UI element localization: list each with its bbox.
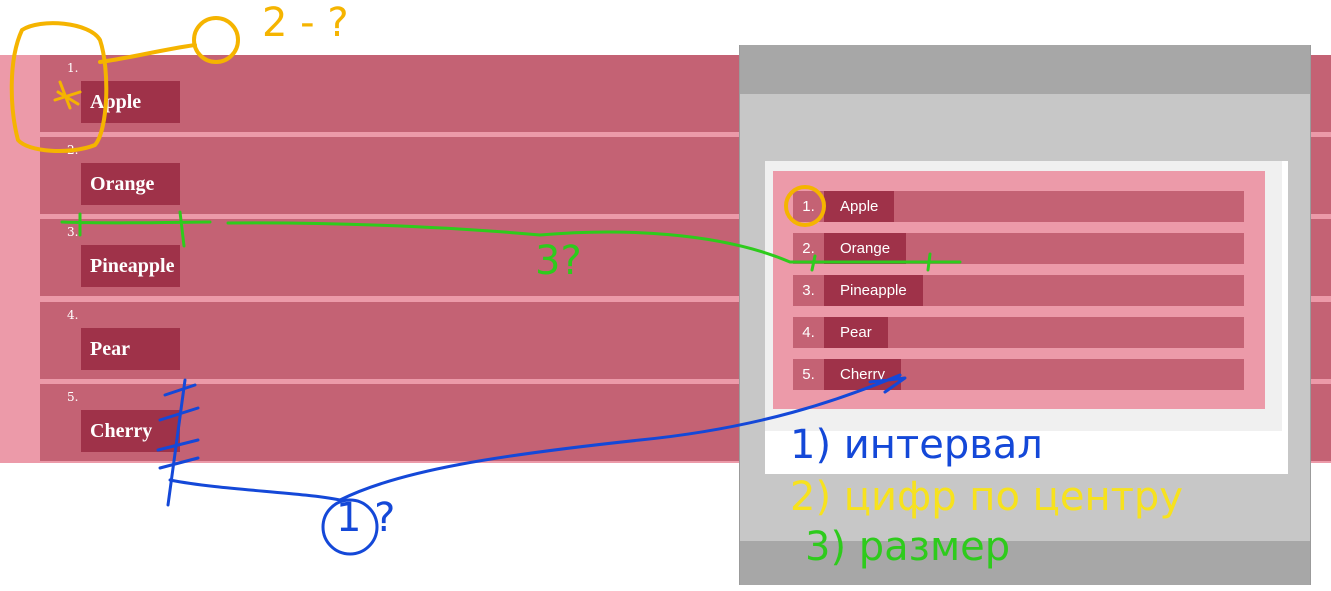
list-item-number: 5. (67, 390, 79, 404)
annotation-note-interval: 1) интервал (790, 422, 1043, 468)
list-item-number: 3. (67, 225, 79, 239)
preview-item-number: 3. (802, 282, 815, 299)
preview-card-inner: 1. Apple 2. Orange 3. Pineapple 4. Pear … (765, 161, 1282, 431)
preview-item-number: 2. (802, 240, 815, 257)
preview-list-item[interactable]: 1. Apple (793, 191, 1244, 222)
list-item-number: 4. (67, 308, 79, 322)
list-item-label: Apple (81, 81, 180, 123)
annotation-question-2: 2 - ? (262, 0, 349, 46)
list-item-number: 2. (67, 143, 79, 157)
annotation-question-1: 1 ? (336, 495, 396, 541)
preview-list-item[interactable]: 4. Pear (793, 317, 1244, 348)
preview-item-label: Pineapple (824, 275, 923, 306)
preview-top-bar (740, 45, 1310, 94)
numbered-list-preview: 1. Apple 2. Orange 3. Pineapple 4. Pear … (773, 171, 1265, 409)
list-item-label: Pear (81, 328, 180, 370)
list-item-label: Orange (81, 163, 180, 205)
preview-item-label: Pear (824, 317, 888, 348)
annotation-note-center: 2) цифр по центру (790, 474, 1183, 520)
preview-list-item[interactable]: 2. Orange (793, 233, 1244, 264)
list-item-label: Cherry (81, 410, 180, 452)
preview-item-label: Apple (824, 191, 895, 222)
list-item-label: Pineapple (81, 245, 180, 287)
list-item-number: 1. (67, 61, 79, 75)
preview-item-label: Cherry (824, 359, 902, 390)
preview-item-label: Orange (824, 233, 907, 264)
preview-item-number: 5. (802, 366, 815, 383)
preview-item-number: 4. (802, 324, 815, 341)
preview-list-item[interactable]: 5. Cherry (793, 359, 1244, 390)
preview-item-number: 1. (802, 198, 815, 215)
annotation-question-3: 3? (535, 238, 582, 284)
annotation-note-size: 3) размер (805, 524, 1011, 570)
preview-list-item[interactable]: 3. Pineapple (793, 275, 1244, 306)
